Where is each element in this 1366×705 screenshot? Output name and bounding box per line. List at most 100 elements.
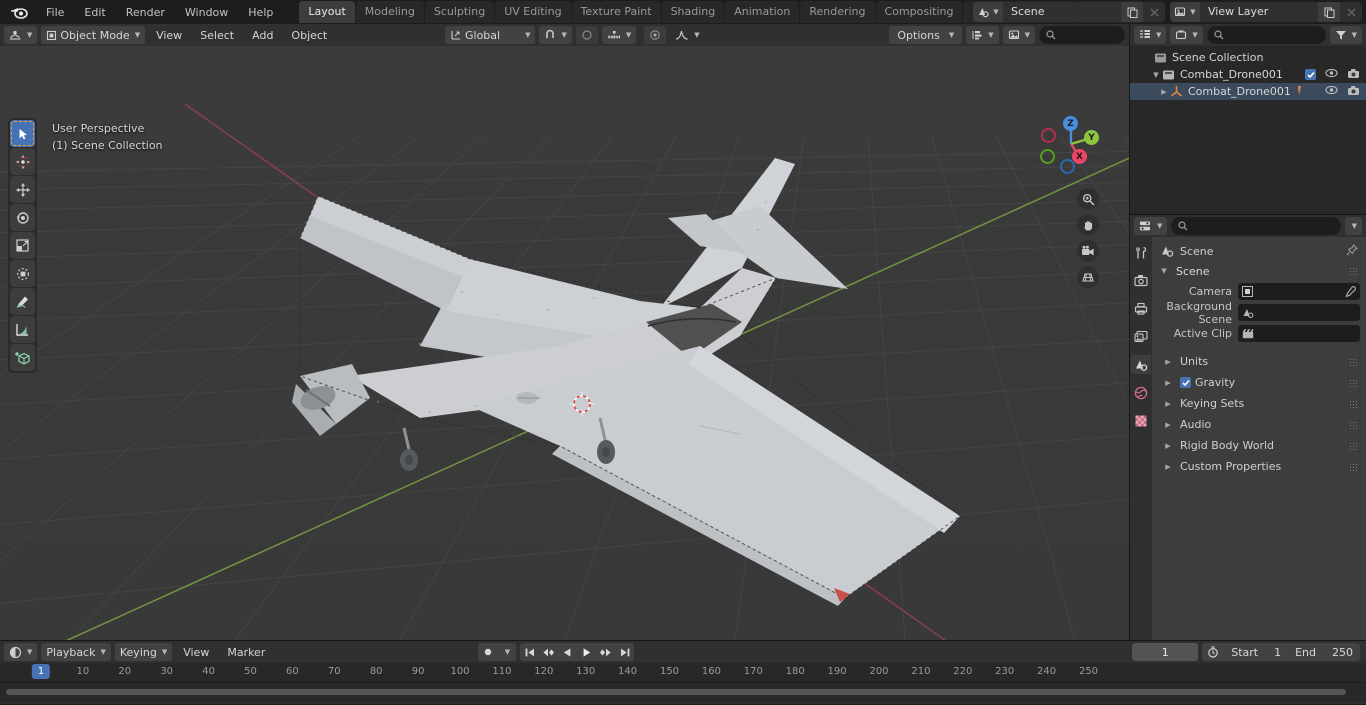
editor-type-selector[interactable]: ▼ [4,26,38,44]
view-layer-icon[interactable]: ▼ [1170,2,1200,22]
proportional-editing-toggle[interactable] [575,26,598,44]
play-icon[interactable] [577,643,596,661]
rotate-tool[interactable] [10,204,35,231]
menu-help[interactable]: Help [238,3,283,22]
background-scene-field[interactable] [1238,304,1360,321]
properties-tab-view-layer[interactable] [1131,327,1151,346]
disclosure-triangle-right-icon[interactable]: ▶ [1162,400,1174,408]
properties-search-input[interactable] [1171,217,1341,235]
menu-file[interactable]: File [36,3,74,22]
play-reverse-icon[interactable] [558,643,577,661]
timeline-menu-keying[interactable]: Keying ▼ [114,643,173,661]
remove-view-layer-button[interactable] [1340,2,1362,22]
timeline-ruler[interactable]: 1 10 20 30 40 50 60 70 80 90 100 110 120 130 140 150 16… [0,663,1366,682]
properties-tab-scene[interactable] [1131,355,1151,374]
record-dropdown[interactable]: ▼ [497,643,516,661]
disclosure-triangle-down-icon[interactable]: ▼ [1150,71,1162,79]
jump-end-icon[interactable] [615,643,634,661]
toggle-perspective-icon[interactable] [1077,266,1099,288]
viewport-canvas[interactable] [0,46,1129,640]
workspace-tab-sculpting[interactable]: Sculpting [424,1,495,23]
gizmo-axis-neg-z[interactable] [1060,159,1075,174]
timeline-menu-view[interactable]: View [176,643,216,661]
outliner-search-input[interactable] [1206,26,1326,44]
view-layer-dropdown[interactable]: ▼ [1002,26,1035,44]
hide-in-viewport-icon[interactable] [1325,68,1338,81]
next-keyframe-icon[interactable] [596,643,615,661]
workspace-tab-layout[interactable]: Layout [299,1,355,23]
transform-tool[interactable] [10,260,35,287]
outliner-editor-type-button[interactable]: ▼ [1134,26,1167,44]
outliner-filter-button[interactable]: ▼ [1329,26,1362,44]
gizmo-axis-neg-y[interactable] [1040,149,1055,164]
new-view-layer-button[interactable] [1318,2,1340,22]
outliner-row-drone-collection[interactable]: ▼ Combat_Drone001 [1130,66,1366,83]
scene-selector[interactable]: ▼ Scene [973,2,1165,22]
transform-orientation-selector[interactable]: Global ▼ [445,26,536,44]
workspace-tab-shading[interactable]: Shading [661,1,725,23]
outliner-display-mode-button[interactable]: ▼ [1170,26,1203,44]
cursor-tool[interactable] [10,148,35,175]
properties-editor-type-button[interactable]: ▼ [1134,217,1168,235]
proportional-falloff-toggle[interactable] [644,26,667,44]
menu-render[interactable]: Render [116,3,175,22]
workspace-tab-compositing[interactable]: Compositing [875,1,963,23]
tweak-tool[interactable] [10,120,35,147]
annotate-tool[interactable] [10,288,35,315]
scene-icon[interactable]: ▼ [973,2,1003,22]
disable-in-renders-icon[interactable] [1347,68,1360,82]
object-mode-selector[interactable]: Object Mode ▼ [41,26,146,44]
snap-toggle-button[interactable]: ▼ [539,26,572,44]
menu-edit[interactable]: Edit [74,3,115,22]
properties-tab-tool[interactable] [1131,243,1151,262]
properties-options-button[interactable]: ▼ [1344,217,1362,235]
falloff-curve-selector[interactable]: ▼ [670,26,704,44]
disclosure-triangle-right-icon[interactable]: ▶ [1162,379,1174,387]
properties-tab-render[interactable] [1131,271,1151,290]
timeline-editor-type-button[interactable]: ▼ [4,643,38,661]
workspace-tab-rendering[interactable]: Rendering [800,1,875,23]
pin-icon[interactable] [1346,243,1358,259]
current-frame-field[interactable]: 1 [1132,643,1199,661]
active-clip-field[interactable] [1238,325,1360,342]
camera-field[interactable] [1238,283,1360,300]
timeline-horizontal-scrollbar[interactable] [6,689,1346,695]
auto-keying-icon[interactable] [1202,643,1224,661]
mesh-data-icon[interactable] [1295,85,1304,99]
workspace-tab-modeling[interactable]: Modeling [355,1,424,23]
workspace-tab-texture-paint[interactable]: Texture Paint [571,1,661,23]
blender-logo-icon[interactable] [8,3,30,21]
disclosure-triangle-right-icon[interactable]: ▶ [1158,88,1170,96]
panel-gravity[interactable]: ▶ Gravity [1152,372,1366,393]
disable-in-renders-icon[interactable] [1347,85,1360,99]
outliner-row-scene-collection[interactable]: Scene Collection [1130,49,1366,66]
hide-in-viewport-icon[interactable] [1325,85,1338,98]
camera-view-icon[interactable] [1077,240,1099,262]
scene-name[interactable]: Scene [1003,2,1121,22]
prev-keyframe-icon[interactable] [539,643,558,661]
gizmo-axis-neg-x[interactable] [1041,128,1056,143]
disclosure-triangle-right-icon[interactable]: ▶ [1162,463,1174,471]
new-scene-button[interactable] [1121,2,1143,22]
view-layer-selector[interactable]: ▼ View Layer [1170,2,1362,22]
panel-custom-properties[interactable]: ▶ Custom Properties [1152,456,1366,477]
viewport-menu-view[interactable]: View [149,26,189,44]
pan-hand-icon[interactable] [1077,214,1099,236]
viewport-menu-select[interactable]: Select [193,26,241,44]
view-layer-name[interactable]: View Layer [1200,2,1318,22]
options-dropdown[interactable]: Options ▼ [889,26,963,44]
move-tool[interactable] [10,176,35,203]
jump-start-icon[interactable] [520,643,539,661]
zoom-icon[interactable] [1077,188,1099,210]
gravity-checkbox[interactable] [1180,377,1191,388]
unlink-scene-button[interactable] [1143,2,1165,22]
3d-viewport[interactable]: User Perspective (1) Scene Collection Z … [0,46,1129,640]
panel-rigid-body-world[interactable]: ▶ Rigid Body World [1152,435,1366,456]
navigation-gizmo[interactable]: Z Y X [1035,108,1107,180]
properties-tab-texture[interactable] [1131,411,1151,430]
collection-checkbox[interactable] [1305,69,1316,80]
measure-tool[interactable] [10,316,35,343]
disclosure-triangle-down-icon[interactable]: ▼ [1158,267,1170,275]
properties-tab-world[interactable] [1131,383,1151,402]
properties-tab-output[interactable] [1131,299,1151,318]
